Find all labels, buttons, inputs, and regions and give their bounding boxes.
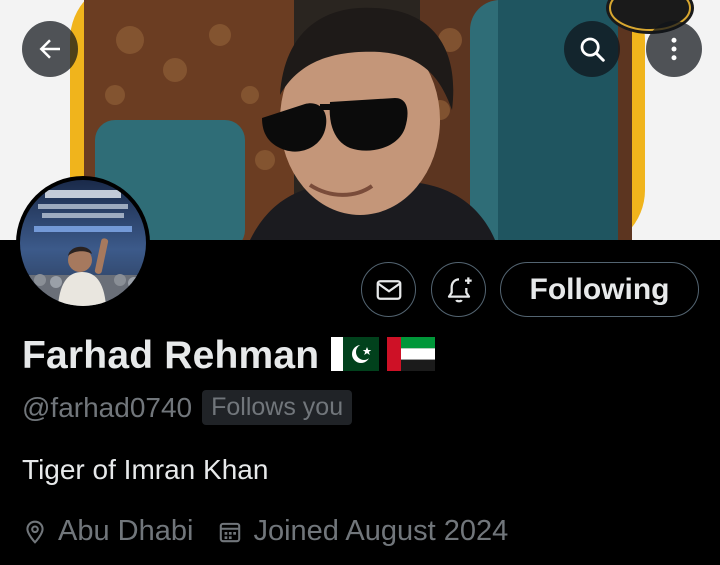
- avatar-image: [20, 180, 146, 306]
- joined-text: Joined August 2024: [253, 515, 509, 547]
- avatar[interactable]: [16, 176, 150, 310]
- following-button[interactable]: Following: [500, 262, 699, 317]
- message-button[interactable]: [361, 262, 416, 317]
- search-icon: [580, 37, 605, 62]
- notifications-button[interactable]: [431, 262, 486, 317]
- location-pin-icon: [26, 520, 44, 544]
- more-vertical-icon: [671, 37, 677, 61]
- pakistan-flag-icon: [331, 336, 380, 376]
- profile-meta: Abu Dhabi Joined August 2024: [22, 515, 508, 548]
- back-button[interactable]: [22, 21, 78, 77]
- calendar-icon: [220, 522, 241, 542]
- display-name: Farhad Rehman: [22, 334, 320, 377]
- envelope-icon: [376, 279, 401, 300]
- follows-you-badge: Follows you: [202, 390, 353, 425]
- join-date: Joined August 2024: [217, 515, 508, 548]
- location: Abu Dhabi: [22, 515, 193, 548]
- username-handle: @farhad0740: [22, 391, 193, 423]
- arrow-left-icon: [39, 39, 60, 59]
- handle-row: @farhad0740 Follows you: [22, 390, 353, 425]
- uae-flag-icon: [387, 336, 436, 376]
- profile-bio: Tiger of Imran Khan: [22, 454, 269, 485]
- location-text: Abu Dhabi: [58, 515, 194, 547]
- bell-plus-icon: [447, 276, 472, 302]
- search-button[interactable]: [564, 21, 620, 77]
- more-options-button[interactable]: [646, 21, 702, 77]
- name-row: Farhad Rehman: [22, 334, 436, 378]
